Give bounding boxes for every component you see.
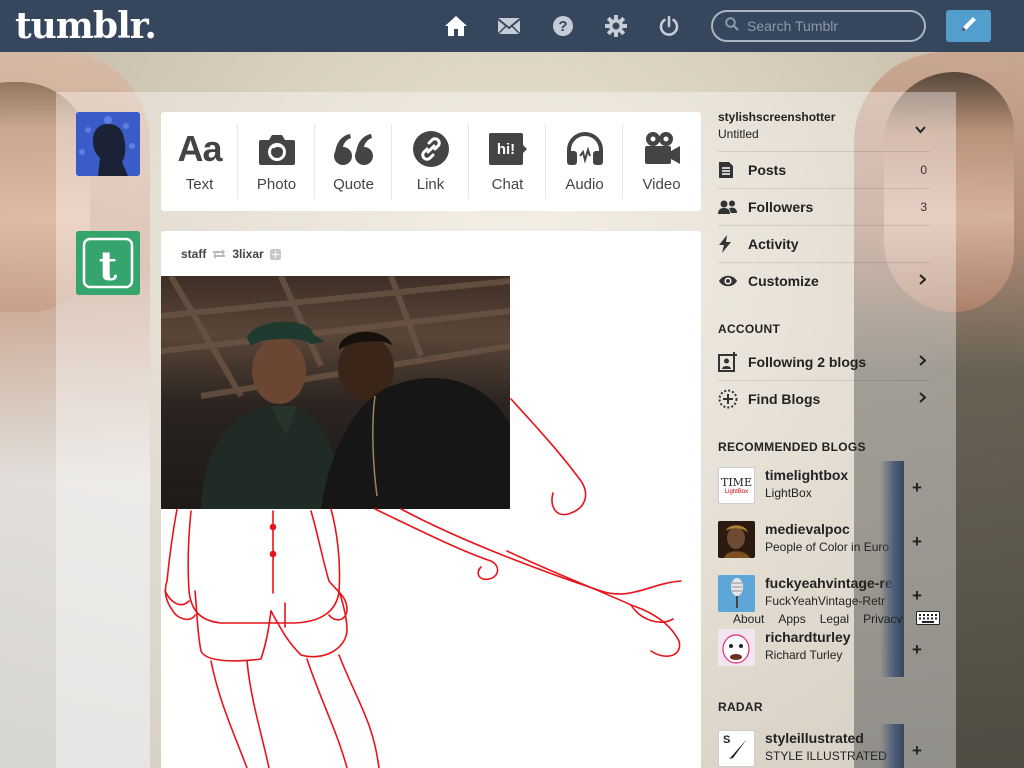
- sidebar-item-following[interactable]: Following 2 blogs: [718, 343, 930, 380]
- link-icon: [412, 129, 450, 169]
- blog-avatar: [718, 521, 755, 558]
- compose-button[interactable]: [946, 10, 991, 42]
- blog-avatar: S: [718, 730, 755, 767]
- sidebar-item-find-blogs[interactable]: Find Blogs: [718, 380, 930, 417]
- sidebar-item-activity[interactable]: Activity: [718, 225, 930, 262]
- camera-icon: [258, 129, 296, 169]
- chevron-right-icon: [919, 272, 927, 290]
- help-icon[interactable]: ?: [551, 14, 575, 38]
- recommended-blog-item[interactable]: medievalpoc People of Color in Euro +: [718, 515, 930, 569]
- post-type-link-button[interactable]: Link: [392, 112, 469, 211]
- chevron-down-icon[interactable]: [915, 121, 926, 139]
- quote-icon: [333, 129, 375, 169]
- pencil-icon: [959, 14, 979, 39]
- search-box[interactable]: [711, 10, 926, 42]
- power-icon[interactable]: [657, 14, 681, 38]
- svg-text:t: t: [99, 243, 118, 290]
- search-input[interactable]: [747, 18, 917, 34]
- post-type-video-button[interactable]: Video: [623, 112, 700, 211]
- mail-icon[interactable]: [497, 14, 521, 38]
- post-type-selector: Aa Text Photo Quote Link hi! Chat Audio: [161, 112, 701, 211]
- post-red-sketch: [164, 398, 682, 768]
- people-icon: [718, 199, 738, 215]
- post-type-photo-button[interactable]: Photo: [238, 112, 315, 211]
- follow-plus-button[interactable]: +: [904, 515, 930, 569]
- svg-text:?: ?: [558, 18, 567, 35]
- post-type-quote-button[interactable]: Quote: [315, 112, 392, 211]
- account-heading: ACCOUNT: [718, 322, 781, 336]
- sidebar-item-posts[interactable]: Posts 0: [718, 151, 930, 188]
- home-icon[interactable]: [444, 14, 468, 38]
- radar-heading: RADAR: [718, 700, 763, 714]
- chevron-right-icon: [919, 390, 927, 408]
- post-type-audio-button[interactable]: Audio: [546, 112, 623, 211]
- chat-icon: hi!: [488, 129, 528, 169]
- document-icon: [718, 161, 738, 179]
- post-type-text-button[interactable]: Aa Text: [161, 112, 238, 211]
- blog-title: Untitled: [718, 127, 759, 141]
- top-navigation-bar: tumblr. ?: [0, 0, 1024, 52]
- blog-avatar: TIME LightBox: [718, 467, 755, 504]
- follow-plus-button[interactable]: +: [904, 724, 930, 768]
- recommended-blog-item[interactable]: richardturley Richard Turley +: [718, 623, 930, 677]
- dashboard-post: staff 3lixar: [161, 231, 701, 768]
- sidebar-item-customize[interactable]: Customize: [718, 262, 930, 299]
- video-camera-icon: [643, 129, 681, 169]
- sidebar-item-followers[interactable]: Followers 3: [718, 188, 930, 225]
- add-person-icon: [718, 351, 738, 372]
- follow-plus-button[interactable]: +: [904, 623, 930, 677]
- compass-icon: [718, 389, 738, 409]
- text-icon: Aa: [177, 128, 222, 169]
- followers-count: 3: [920, 200, 927, 214]
- gear-icon[interactable]: [604, 14, 628, 38]
- svg-text:hi!: hi!: [496, 141, 514, 158]
- blog-name[interactable]: stylishscreenshotter: [718, 110, 835, 124]
- staff-avatar[interactable]: t: [76, 231, 140, 295]
- posts-count: 0: [920, 163, 927, 177]
- headphones-icon: [565, 129, 605, 169]
- blog-avatar: [718, 575, 755, 612]
- blog-avatar: [718, 629, 755, 666]
- post-type-chat-button[interactable]: hi! Chat: [469, 112, 546, 211]
- follow-plus-button[interactable]: +: [904, 461, 930, 515]
- chevron-right-icon: [919, 353, 927, 371]
- radar-blog-item[interactable]: S styleillustrated STYLE ILLUSTRATED +: [718, 724, 930, 768]
- recommended-blog-item[interactable]: TIME LightBox timelightbox LightBox +: [718, 461, 930, 515]
- tumblr-logo[interactable]: tumblr.: [15, 5, 157, 47]
- lightning-icon: [718, 235, 738, 253]
- user-avatar[interactable]: [76, 112, 140, 176]
- recommended-blogs-heading: RECOMMENDED BLOGS: [718, 440, 866, 454]
- search-icon: [725, 16, 739, 36]
- eye-icon: [718, 274, 738, 288]
